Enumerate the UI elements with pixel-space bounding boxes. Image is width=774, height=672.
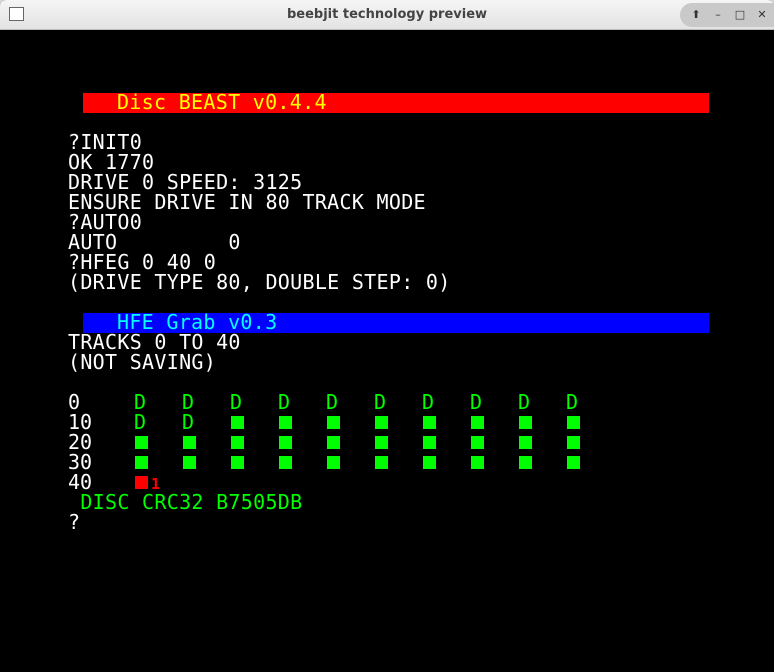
window-title: beebjit technology preview (286, 7, 488, 22)
track-ok-block (278, 412, 294, 432)
track-status-cell: D (182, 390, 195, 414)
track-ok-block (230, 412, 246, 432)
track-row-label: 0 (68, 390, 81, 414)
minimize-icon[interactable]: – (706, 3, 730, 27)
track-status-cell: D (134, 390, 147, 414)
track-ok-block (518, 432, 534, 452)
console-line: DRIVE 0 SPEED: 3125 (68, 170, 303, 194)
track-row: 30 (68, 452, 628, 472)
console-line: ENSURE DRIVE IN 80 TRACK MODE (68, 190, 426, 214)
track-status-cell: D (422, 390, 435, 414)
disc-beast-banner: Disc BEAST v0.4.4 (83, 90, 709, 114)
track-status-cell: D (326, 390, 339, 414)
emulator-screen[interactable]: Disc BEAST v0.4.4 ?INIT0 OK 1770 DRIVE 0… (2, 30, 772, 670)
track-row: 20 (68, 432, 628, 452)
track-status-cell: D (278, 390, 291, 414)
track-ok-block (134, 452, 150, 472)
console-line: AUTO 0 (68, 230, 241, 254)
track-status-cell: D (470, 390, 483, 414)
track-row: 40 1 (68, 470, 628, 494)
console-line: ?INIT0 (68, 130, 143, 154)
track-ok-block (374, 432, 390, 452)
close-icon[interactable]: ✕ (750, 3, 774, 27)
track-ok-block (518, 412, 534, 432)
hfe-grab-title: HFE Grab v0.3 (117, 310, 278, 334)
track-ok-block (278, 432, 294, 452)
track-ok-block (470, 432, 486, 452)
disc-beast-title: Disc BEAST v0.4.4 (117, 90, 327, 114)
track-row-label: 10 (68, 410, 93, 434)
track-ok-block (566, 412, 582, 432)
command-prompt[interactable]: ? (68, 512, 80, 532)
track-ok-block (422, 412, 438, 432)
track-error-block (134, 472, 150, 492)
track-ok-block (518, 452, 534, 472)
track-ok-block (566, 432, 582, 452)
track-ok-block (182, 432, 198, 452)
track-ok-block (422, 432, 438, 452)
track-status-cell: D (182, 410, 195, 434)
track-ok-block (326, 412, 342, 432)
track-ok-block (278, 452, 294, 472)
track-ok-block (326, 432, 342, 452)
track-row-label: 30 (68, 450, 93, 474)
keep-above-icon[interactable]: ⬆ (684, 3, 708, 27)
console-line: ?AUTO0 (68, 210, 143, 234)
console-line: OK 1770 (68, 150, 155, 174)
disc-crc-line: DISC CRC32 B7505DB (68, 490, 303, 514)
track-ok-block (470, 452, 486, 472)
track-ok-block (374, 452, 390, 472)
track-status-cell: D (134, 410, 147, 434)
track-ok-block (182, 452, 198, 472)
track-ok-block (230, 432, 246, 452)
track-row: 0 D D D D D D D D D D (68, 392, 628, 412)
track-status-cell: D (566, 390, 579, 414)
console-line: ?HFEG 0 40 0 (68, 250, 217, 274)
track-ok-block (566, 452, 582, 472)
window-controls: ⬆ – □ ✕ (680, 3, 774, 27)
track-row-label: 20 (68, 430, 93, 454)
track-ok-block (374, 412, 390, 432)
track-ok-block (134, 432, 150, 452)
maximize-icon[interactable]: □ (728, 3, 752, 27)
app-window: beebjit technology preview ⬆ – □ ✕ Disc … (0, 0, 774, 672)
console-line: TRACKS 0 TO 40 (68, 330, 241, 354)
track-status-cell: D (518, 390, 531, 414)
track-ok-block (230, 452, 246, 472)
track-row-label: 40 (68, 470, 93, 494)
track-ok-block (422, 452, 438, 472)
track-status-cell: D (230, 390, 243, 414)
track-status-cell: D (374, 390, 387, 414)
console-line: (NOT SAVING) (68, 350, 217, 374)
console-line: (DRIVE TYPE 80, DOUBLE STEP: 0) (68, 270, 451, 294)
track-ok-block (470, 412, 486, 432)
title-bar[interactable]: beebjit technology preview ⬆ – □ ✕ (0, 0, 774, 30)
track-ok-block (326, 452, 342, 472)
track-row: 10 D D (68, 412, 628, 432)
